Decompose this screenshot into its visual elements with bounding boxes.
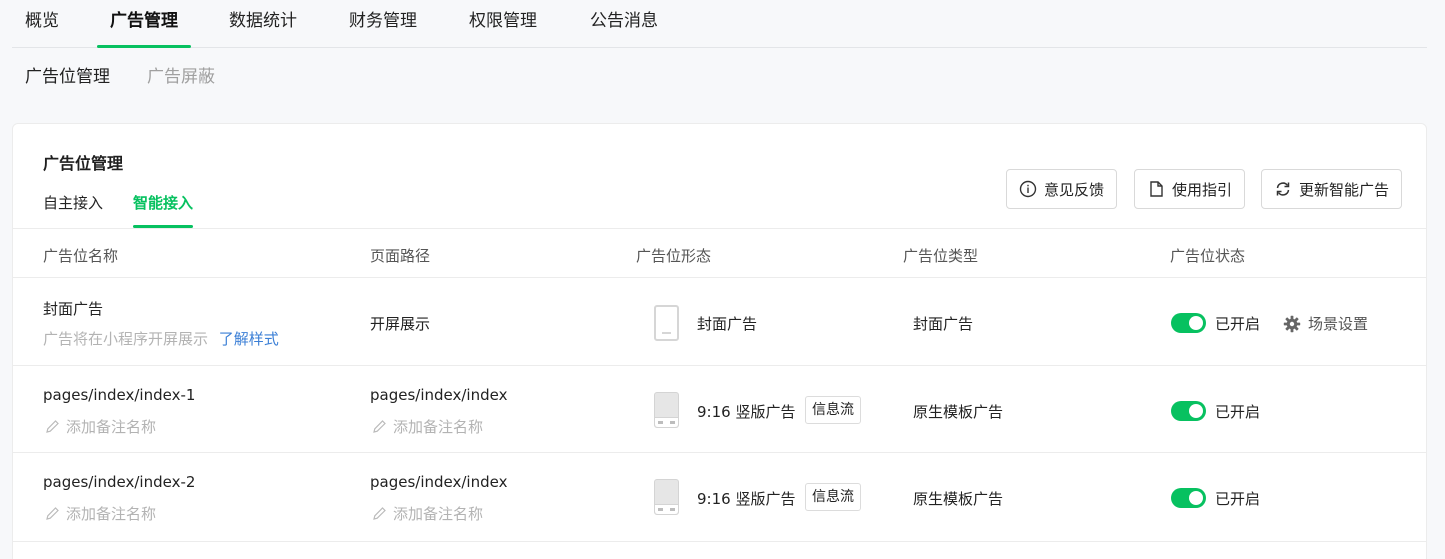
header-slot-name: 广告位名称: [43, 247, 119, 265]
card-title: 广告位管理: [43, 154, 124, 173]
pencil-icon: [46, 507, 59, 520]
scene-settings-button[interactable]: 场景设置: [1283, 313, 1368, 334]
feed-tag: 信息流: [805, 396, 861, 424]
header-slot-status: 广告位状态: [1170, 247, 1246, 265]
slot-type: 封面广告: [913, 315, 974, 333]
subtab-ad-slot-management[interactable]: 广告位管理: [25, 62, 110, 87]
gear-icon: [1283, 315, 1301, 332]
feedback-button[interactable]: 意见反馈: [1006, 169, 1118, 209]
status-text: 已开启: [1215, 403, 1261, 421]
guide-button[interactable]: 使用指引: [1134, 169, 1246, 209]
pencil-icon: [373, 420, 386, 433]
slot-type: 原生模板广告: [913, 490, 1004, 508]
tab-self-access[interactable]: 自主接入: [43, 192, 103, 213]
slot-form: 9:16 竖版广告: [697, 403, 796, 421]
ad-slot-card: 广告位管理 自主接入 智能接入 意见反馈 使用指引 更新智能广告 广告位名称 页…: [12, 123, 1427, 559]
table-row: pages/index/index-2 添加备注名称 pages/index/i…: [13, 453, 1426, 542]
status-toggle[interactable]: [1171, 313, 1206, 333]
status-text: 已开启: [1215, 315, 1261, 333]
scene-settings-label: 场景设置: [1308, 315, 1369, 333]
slot-name: pages/index/index-1: [43, 386, 196, 404]
add-path-remark-label: 添加备注名称: [393, 505, 484, 523]
status-text: 已开启: [1215, 490, 1261, 508]
header-slot-type: 广告位类型: [903, 247, 979, 265]
add-path-remark-button[interactable]: 添加备注名称: [372, 416, 483, 437]
tab-finance[interactable]: 财务管理: [349, 0, 417, 48]
slot-name: 封面广告: [43, 300, 104, 318]
subtab-ad-blocking[interactable]: 广告屏蔽: [147, 62, 215, 87]
add-remark-label: 添加备注名称: [66, 418, 157, 436]
page-path: pages/index/index: [370, 386, 508, 404]
header-page-path: 页面路径: [370, 247, 431, 265]
add-remark-label: 添加备注名称: [66, 505, 157, 523]
table-row: 封面广告 广告将在小程序开屏展示 了解样式 开屏展示 封面广告 封面广告 已开启: [13, 278, 1426, 366]
add-remark-button[interactable]: 添加备注名称: [45, 503, 156, 524]
tab-data-statistics[interactable]: 数据统计: [229, 0, 297, 48]
pencil-icon: [373, 507, 386, 520]
tab-announcements[interactable]: 公告消息: [590, 0, 658, 48]
refresh-smart-ads-button[interactable]: 更新智能广告: [1261, 169, 1403, 209]
slot-name: pages/index/index-2: [43, 473, 196, 491]
slot-form: 封面广告: [697, 315, 758, 333]
pencil-icon: [46, 420, 59, 433]
add-path-remark-label: 添加备注名称: [393, 418, 484, 436]
tab-overview[interactable]: 概览: [25, 0, 59, 48]
page-path: 开屏展示: [370, 315, 431, 333]
vertical-ad-phone-icon: [654, 479, 679, 515]
table-row: pages/index/index-1 添加备注名称 pages/index/i…: [13, 366, 1426, 453]
feedback-label: 意见反馈: [1044, 180, 1105, 199]
slot-desc-text: 广告将在小程序开屏展示: [43, 330, 209, 348]
document-icon: [1150, 181, 1163, 197]
learn-style-link[interactable]: 了解样式: [219, 330, 279, 348]
header-slot-form: 广告位形态: [636, 247, 712, 265]
tab-permissions[interactable]: 权限管理: [469, 0, 537, 48]
tab-smart-access[interactable]: 智能接入: [133, 192, 194, 228]
tab-ad-management[interactable]: 广告管理: [97, 0, 191, 48]
add-path-remark-button[interactable]: 添加备注名称: [372, 503, 483, 524]
vertical-ad-phone-icon: [654, 392, 679, 428]
refresh-icon: [1276, 182, 1290, 196]
table-header: 广告位名称 页面路径 广告位形态 广告位类型 广告位状态: [13, 228, 1426, 278]
slot-desc: 广告将在小程序开屏展示 了解样式: [43, 328, 279, 349]
top-nav: 概览 广告管理 数据统计 财务管理 权限管理 公告消息: [12, 0, 1427, 48]
page-path: pages/index/index: [370, 473, 508, 491]
slot-type: 原生模板广告: [913, 403, 1004, 421]
refresh-label: 更新智能广告: [1299, 180, 1390, 199]
status-toggle[interactable]: [1171, 488, 1206, 508]
status-toggle[interactable]: [1171, 401, 1206, 421]
info-icon: [1019, 180, 1037, 198]
splash-phone-icon: [654, 305, 679, 341]
slot-form: 9:16 竖版广告: [697, 490, 796, 508]
add-remark-button[interactable]: 添加备注名称: [45, 416, 156, 437]
feed-tag: 信息流: [805, 483, 861, 511]
guide-label: 使用指引: [1172, 180, 1233, 199]
